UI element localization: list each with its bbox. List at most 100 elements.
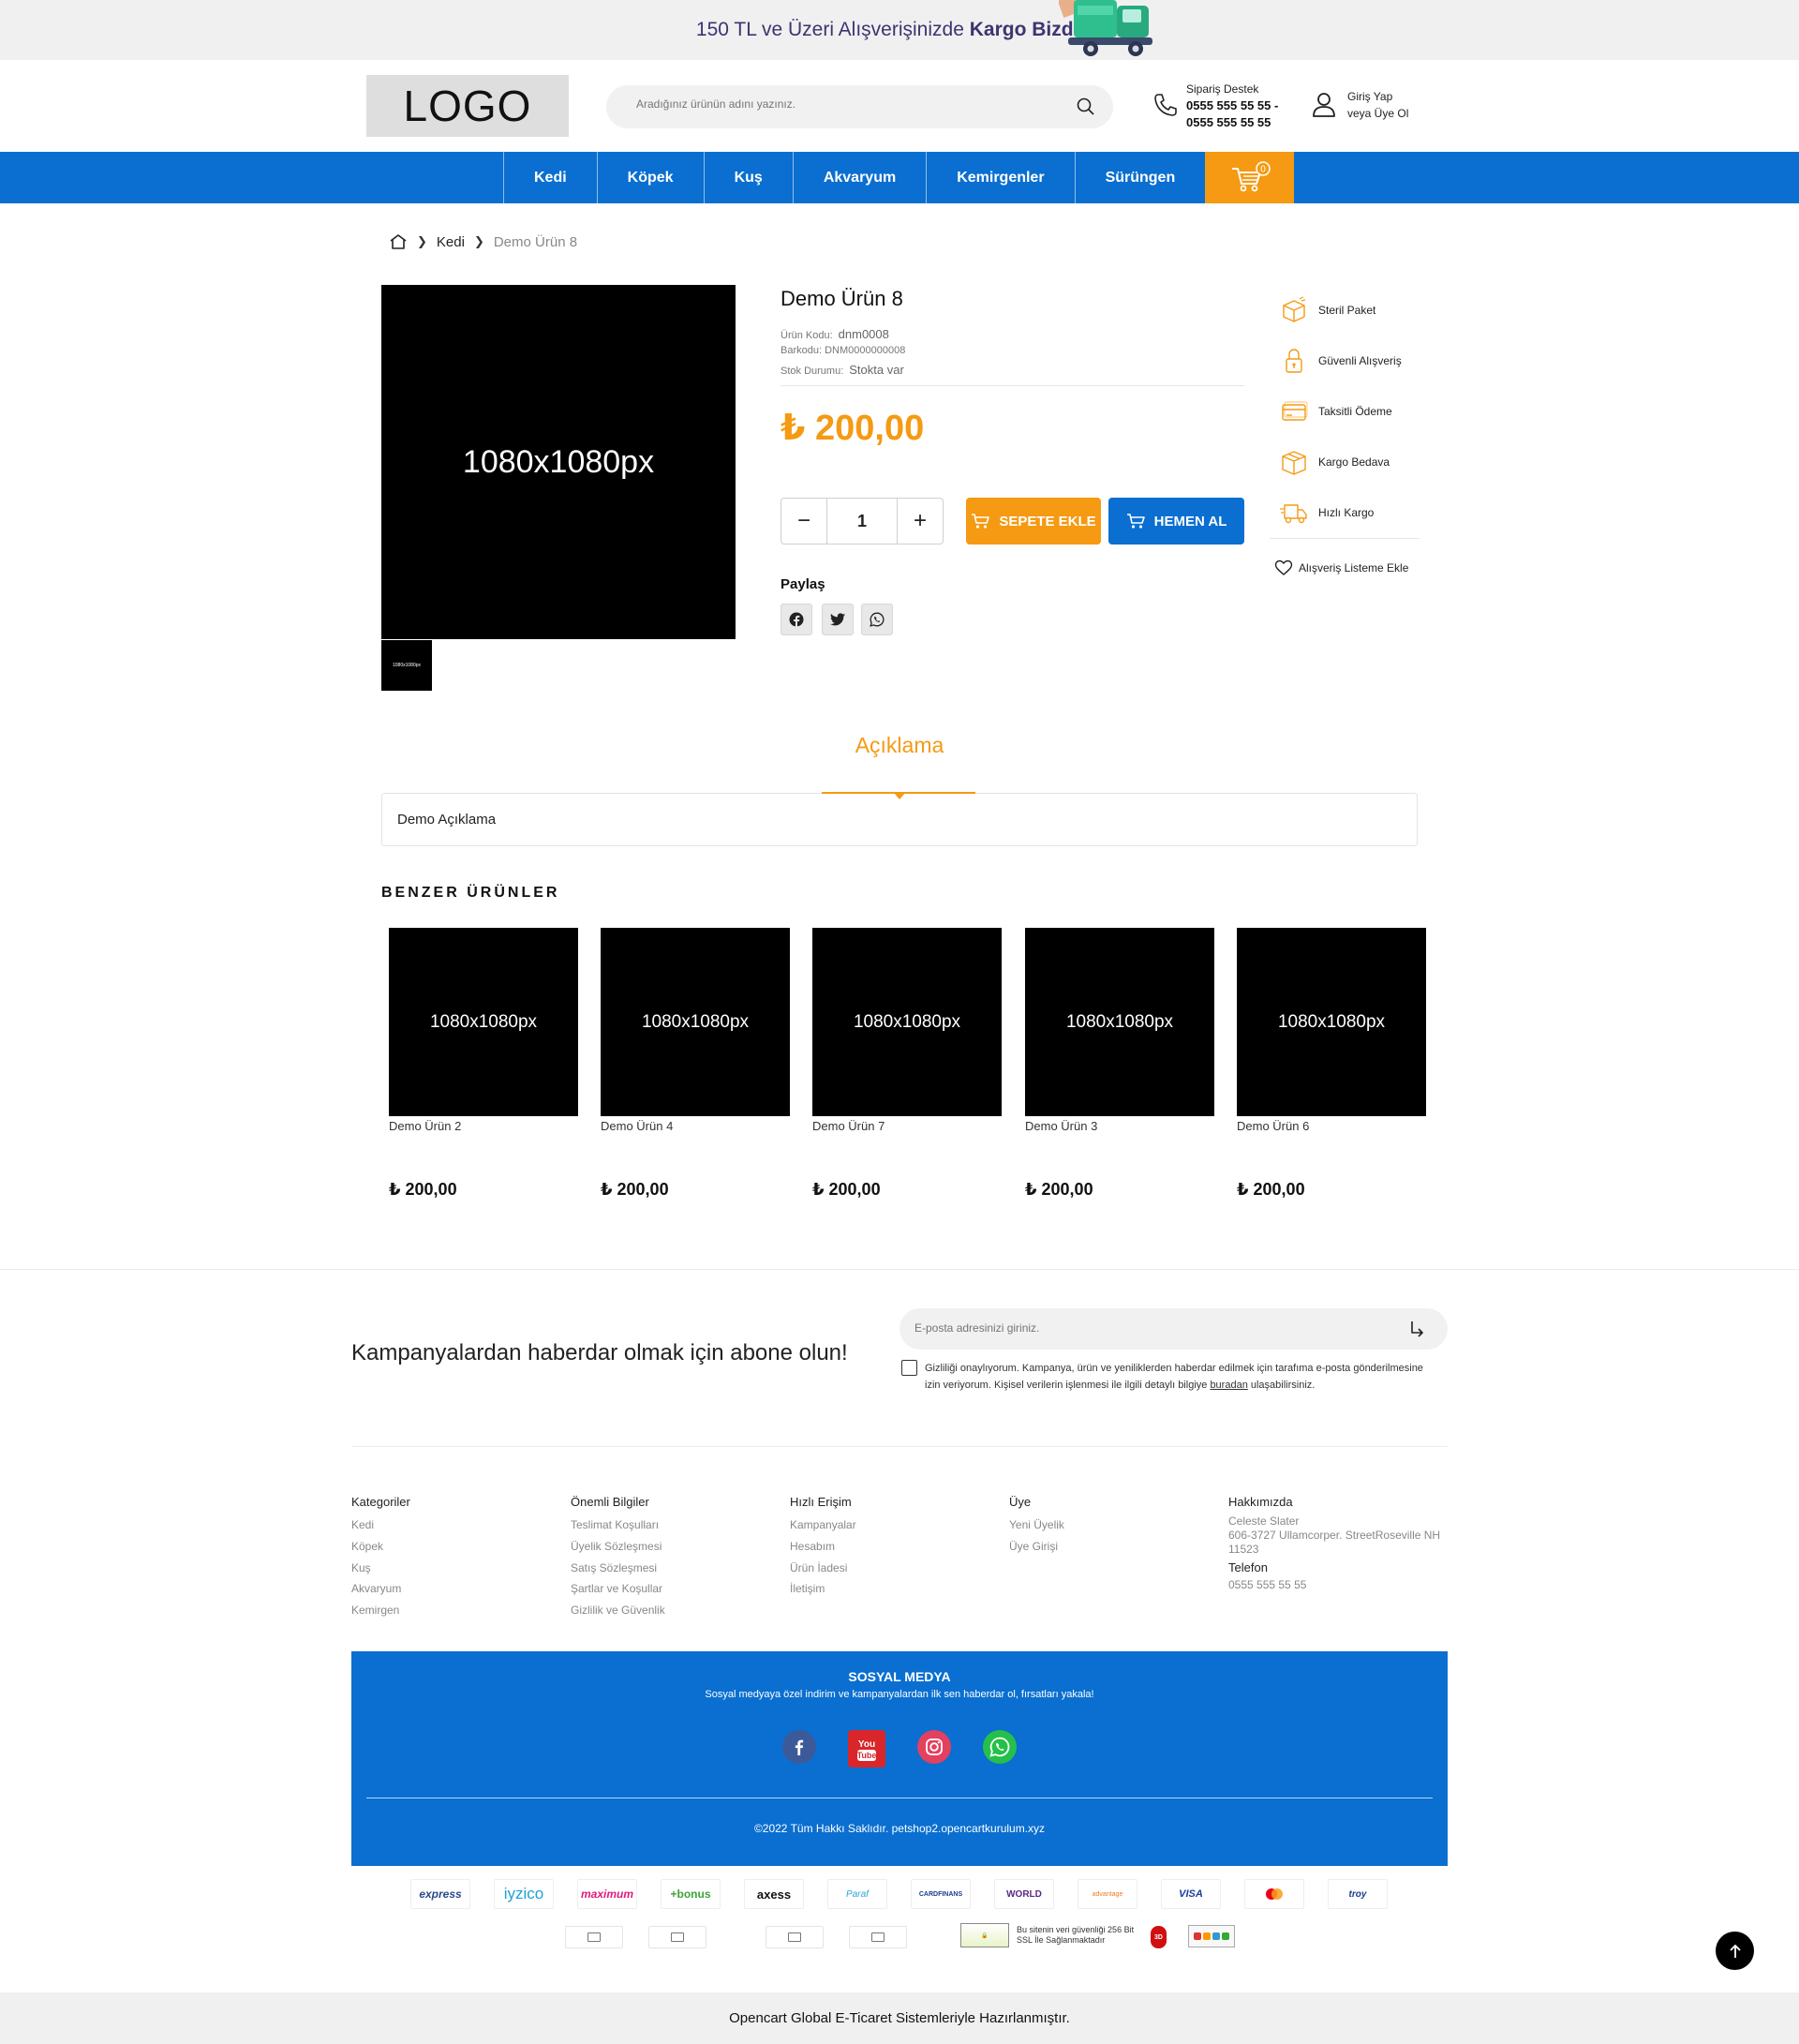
footer-link[interactable]: Ürün İadesi <box>790 1558 1005 1579</box>
product-card-name[interactable]: Demo Ürün 7 <box>812 1119 885 1133</box>
cart-button[interactable]: 0 <box>1205 152 1295 203</box>
about-address: 606-3727 Ullamcorper. StreetRoseville NH… <box>1228 1529 1441 1556</box>
product-thumbnail[interactable]: 1080x1080px <box>381 640 432 691</box>
footer-link[interactable]: Kedi <box>351 1514 567 1536</box>
product-card-name[interactable]: Demo Ürün 3 <box>1025 1119 1097 1133</box>
footer-link[interactable]: Akvaryum <box>351 1578 567 1600</box>
footer-link[interactable]: Üye Girişi <box>1009 1536 1225 1558</box>
footer-link[interactable]: Yeni Üyelik <box>1009 1514 1225 1536</box>
chevron-right-icon: ❯ <box>473 234 484 248</box>
submit-arrow-icon[interactable] <box>1408 1320 1425 1338</box>
footer-link[interactable]: Satış Sözleşmesi <box>571 1558 786 1579</box>
payment-logo-express: express <box>410 1879 470 1909</box>
package-icon <box>1282 451 1306 475</box>
breadcrumb-current: Demo Ürün 8 <box>493 233 578 250</box>
register-link[interactable]: veya Üye Ol <box>1347 107 1408 120</box>
feature-label: Steril Paket <box>1318 304 1376 317</box>
nav-item-kemirgenler[interactable]: Kemirgenler <box>926 152 1074 203</box>
footer-link[interactable]: Kuş <box>351 1558 567 1579</box>
login-link[interactable]: Giriş Yap <box>1347 90 1392 103</box>
breadcrumb-category[interactable]: Kedi <box>437 234 465 250</box>
nav-item-surungen[interactable]: Sürüngen <box>1074 152 1206 203</box>
consent-link[interactable]: buradan <box>1210 1380 1247 1391</box>
product-card[interactable]: 1080x1080px Demo Ürün 4 ₺ 200,00 <box>601 928 790 1209</box>
product-main-image[interactable]: 1080x1080px <box>381 285 736 639</box>
product-card-image[interactable]: 1080x1080px <box>601 928 790 1116</box>
feature-steril-paket: Steril Paket <box>1279 293 1375 327</box>
product-card[interactable]: 1080x1080px Demo Ürün 6 ₺ 200,00 <box>1237 928 1426 1209</box>
feature-kargo-bedava: Kargo Bedava <box>1279 445 1390 479</box>
tab-description[interactable]: Açıklama <box>815 733 984 758</box>
product-card[interactable]: 1080x1080px Demo Ürün 7 ₺ 200,00 <box>812 928 1002 1209</box>
footer-link[interactable]: Kemirgen <box>351 1600 567 1621</box>
card-icon <box>788 1932 801 1942</box>
product-stock: Stok Durumu: Stokta var <box>781 363 904 377</box>
whatsapp-link[interactable] <box>983 1730 1017 1764</box>
quantity-increase-button[interactable]: + <box>898 499 943 544</box>
breadcrumb: ❯ Kedi ❯ Demo Ürün 8 <box>389 231 577 253</box>
feature-taksitli-odeme: Taksitli Ödeme <box>1279 395 1392 428</box>
footer-link[interactable]: İletişim <box>790 1578 1005 1600</box>
product-card-name[interactable]: Demo Ürün 6 <box>1237 1119 1309 1133</box>
product-card-image[interactable]: 1080x1080px <box>1237 928 1426 1116</box>
account-link[interactable]: Giriş Yap veya Üye Ol <box>1312 88 1415 126</box>
order-support[interactable]: Sipariş Destek 0555 555 55 55 - 0555 555… <box>1152 81 1302 133</box>
product-card-image[interactable]: 1080x1080px <box>812 928 1002 1116</box>
support-phone-1[interactable]: 0555 555 55 55 - <box>1186 98 1278 112</box>
product-stock-label: Stok Durumu: <box>781 366 844 377</box>
badge-verified-by-visa <box>565 1926 623 1948</box>
quantity-value[interactable]: 1 <box>826 499 898 544</box>
consent-checkbox[interactable] <box>901 1360 917 1376</box>
chevron-right-icon: ❯ <box>417 234 427 248</box>
product-card-name[interactable]: Demo Ürün 2 <box>389 1119 461 1133</box>
site-logo[interactable]: LOGO <box>366 75 569 137</box>
payment-logo-cardfinans: CARDFINANS <box>911 1879 971 1909</box>
product-card-price: ₺ 200,00 <box>1025 1180 1093 1199</box>
footer-link[interactable]: Gizlilik ve Güvenlik <box>571 1600 786 1621</box>
feature-label: Kargo Bedava <box>1318 455 1390 469</box>
newsletter-email-input[interactable] <box>914 1321 1364 1335</box>
buy-now-button[interactable]: HEMEN AL <box>1108 498 1244 545</box>
product-card[interactable]: 1080x1080px Demo Ürün 2 ₺ 200,00 <box>389 928 578 1209</box>
heart-icon <box>1274 559 1293 575</box>
footer-member: Üye Yeni Üyelik Üye Girişi <box>1009 1495 1225 1558</box>
share-facebook-button[interactable] <box>781 604 812 635</box>
home-icon[interactable] <box>389 233 408 250</box>
product-card-name[interactable]: Demo Ürün 4 <box>601 1119 673 1133</box>
add-to-wishlist-link[interactable]: Alışveriş Listeme Ekle <box>1274 559 1408 576</box>
footer-link[interactable]: Hesabım <box>790 1536 1005 1558</box>
product-card[interactable]: 1080x1080px Demo Ürün 3 ₺ 200,00 <box>1025 928 1214 1209</box>
share-twitter-button[interactable] <box>822 604 854 635</box>
search-bar[interactable] <box>606 85 1113 128</box>
share-whatsapp-button[interactable] <box>861 604 893 635</box>
footer-link[interactable]: Teslimat Koşulları <box>571 1514 786 1536</box>
user-icon <box>1313 93 1335 117</box>
youtube-link[interactable]: You Tube <box>848 1730 885 1768</box>
footer-link[interactable]: Köpek <box>351 1536 567 1558</box>
nav-item-kedi[interactable]: Kedi <box>503 152 597 203</box>
social-title: SOSYAL MEDYA <box>848 1669 951 1684</box>
bottom-bar: Opencart Global E-Ticaret Sistemleriyle … <box>0 1992 1799 2044</box>
footer-link[interactable]: Üyelik Sözleşmesi <box>571 1536 786 1558</box>
nav-item-akvaryum[interactable]: Akvaryum <box>792 152 926 203</box>
nav-item-kopek[interactable]: Köpek <box>596 152 704 203</box>
lock-icon <box>1286 349 1302 373</box>
share-label: Paylaş <box>781 576 825 592</box>
product-card-image[interactable]: 1080x1080px <box>1025 928 1214 1116</box>
add-to-cart-button[interactable]: SEPETE EKLE <box>966 498 1101 545</box>
footer-link[interactable]: Şartlar ve Koşullar <box>571 1578 786 1600</box>
about-phone[interactable]: 0555 555 55 55 <box>1228 1578 1453 1592</box>
product-card-image[interactable]: 1080x1080px <box>389 928 578 1116</box>
3d-secure-icon: 3D <box>1151 1926 1167 1948</box>
search-icon[interactable] <box>1076 97 1096 117</box>
scroll-to-top-button[interactable] <box>1716 1932 1754 1970</box>
footer-link[interactable]: Kampanyalar <box>790 1514 1005 1536</box>
search-input[interactable] <box>636 97 1058 111</box>
nav-item-kus[interactable]: Kuş <box>703 152 793 203</box>
instagram-link[interactable] <box>917 1730 951 1764</box>
support-phone-2[interactable]: 0555 555 55 55 <box>1186 115 1271 129</box>
divider <box>351 1446 1448 1447</box>
quantity-decrease-button[interactable]: − <box>781 499 826 544</box>
product-card-price: ₺ 200,00 <box>601 1180 669 1199</box>
facebook-link[interactable] <box>782 1730 816 1764</box>
